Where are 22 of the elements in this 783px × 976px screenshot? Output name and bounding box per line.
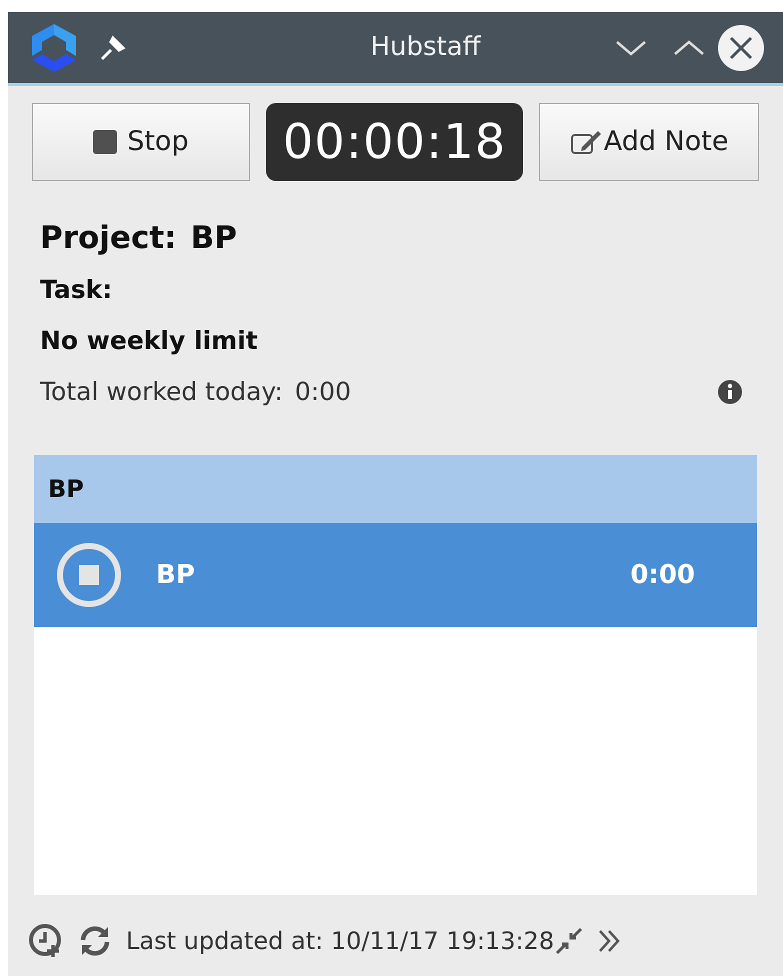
total-value: 0:00	[294, 376, 351, 408]
task-time: 0:00	[630, 558, 695, 592]
add-note-button[interactable]: Add Note	[539, 103, 759, 181]
collapse-icon[interactable]	[554, 926, 584, 956]
stop-button[interactable]: Stop	[32, 103, 250, 181]
timer-display: 00:00:18	[266, 103, 524, 181]
limit-text: No weekly limit	[40, 325, 258, 358]
stop-circle-icon[interactable]	[56, 542, 122, 608]
window-title: Hubstaff	[370, 31, 481, 64]
project-group-header[interactable]: BP	[34, 455, 757, 523]
task-name: BP	[156, 558, 195, 592]
close-icon[interactable]	[717, 24, 765, 72]
stop-icon	[93, 130, 118, 154]
add-time-icon[interactable]	[28, 923, 64, 959]
pin-icon[interactable]	[98, 32, 128, 62]
refresh-icon[interactable]	[78, 924, 112, 958]
last-updated-text: Last updated at: 10/11/17 19:13:28	[126, 926, 554, 957]
project-name: BP	[190, 218, 237, 258]
task-label: Task:	[40, 274, 112, 306]
info-icon[interactable]	[717, 379, 743, 405]
total-label: Total worked today:	[40, 376, 283, 408]
project-label: Project:	[40, 218, 177, 258]
